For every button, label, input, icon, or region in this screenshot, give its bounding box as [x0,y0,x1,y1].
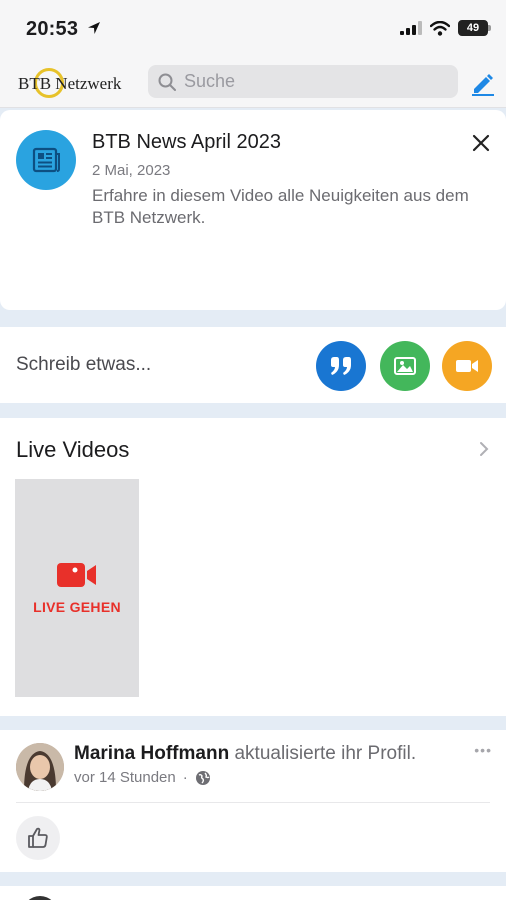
live-videos-title[interactable]: Live Videos [16,437,129,463]
post-meta-separator: · [182,769,188,786]
video-post-button[interactable] [442,341,492,391]
search-icon [158,73,176,91]
post-time: vor 14 Stunden [74,769,176,786]
location-arrow-icon [87,22,100,34]
news-card[interactable]: BTB News April 2023 2 Mai, 2023 Erfahre … [0,110,506,310]
avatar[interactable] [16,743,64,791]
post-author[interactable]: Marina Hoffmann [74,743,229,764]
go-live-label: LIVE GEHEN [33,599,121,615]
thumbs-up-icon [28,827,48,848]
avatar-image [16,743,64,791]
live-videos-card: Live Videos LIVE GEHEN [0,418,506,716]
video-icon [456,360,478,372]
post-card: Marina Hoffmann aktualisierte ihr Profil… [0,730,506,872]
composer-card: Schreib etwas... [0,327,506,403]
next-post-card [0,886,506,900]
next-post-avatar[interactable] [22,896,58,900]
photo-post-button[interactable] [380,341,430,391]
live-videos-more[interactable] [478,441,490,457]
post-headline: Marina Hoffmann aktualisierte ihr Profil… [74,743,416,765]
newspaper-glyph [32,147,60,173]
signal-icon [400,21,422,35]
search-bar[interactable] [148,65,458,98]
news-title: BTB News April 2023 [92,131,281,153]
chevron-right-icon [480,442,489,456]
globe-icon [195,770,210,785]
status-time: 20:53 [26,18,102,41]
post-meta: vor 14 Stunden · [74,769,211,786]
battery-icon: 49 [458,20,491,36]
search-input[interactable] [184,71,434,92]
status-time-text: 20:53 [26,18,79,40]
close-icon [472,134,490,152]
like-button[interactable] [16,816,60,860]
go-live-tile[interactable]: LIVE GEHEN [15,479,139,697]
quote-icon [331,357,351,375]
news-icon [16,130,76,190]
compose-icon [472,74,494,96]
app-logo[interactable]: BTB Netzwerk [16,68,134,98]
photo-icon [394,357,416,375]
post-action: aktualisierte ihr Profil. [234,743,417,764]
status-bar: 20:53 49 [0,0,506,56]
post-divider [16,802,490,803]
app-header: BTB Netzwerk [0,56,506,108]
status-icons: 49 [400,20,491,36]
battery-level: 49 [466,22,480,34]
news-date: 2 Mai, 2023 [92,162,171,179]
quote-post-button[interactable] [316,341,366,391]
close-news-button[interactable] [470,132,492,154]
news-description: Erfahre in diesem Video alle Neuigkeiten… [92,186,469,227]
video-camera-icon [57,563,96,587]
post-more-button[interactable]: ••• [474,742,492,758]
composer-prompt[interactable]: Schreib etwas... [16,354,151,376]
wifi-icon [430,20,450,36]
compose-button[interactable] [468,69,496,97]
logo-text: BTB Netzwerk [18,74,122,93]
